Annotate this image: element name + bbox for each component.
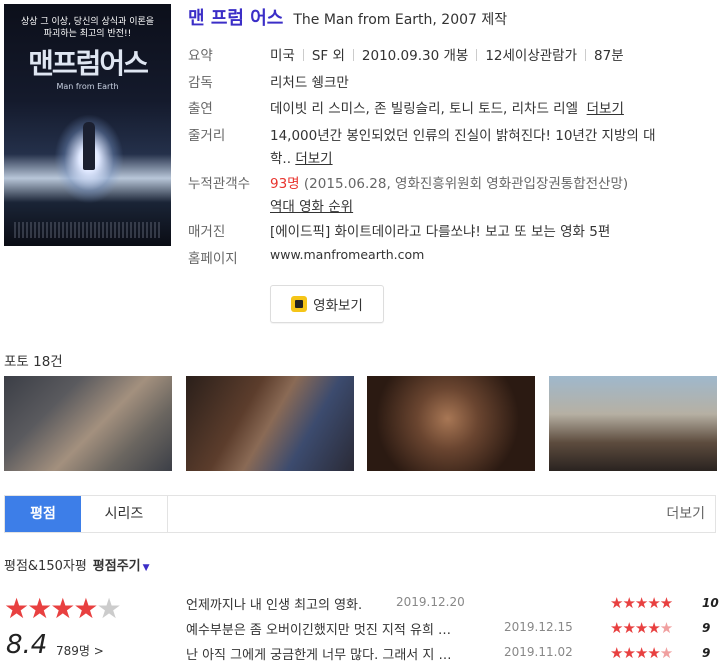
audience-label: 누적관객수: [188, 176, 251, 192]
divider: [476, 49, 478, 61]
movie-title-en: The Man from Earth: [293, 12, 433, 28]
dropdown-arrow-icon[interactable]: ▼: [143, 563, 150, 573]
average-score: 8.4: [6, 630, 48, 660]
photo-count[interactable]: 포토 18건: [4, 350, 63, 370]
director-link[interactable]: 리처드 쉥크만: [270, 71, 349, 91]
poster-subtitle: Man from Earth: [56, 82, 119, 91]
review-text: 예수부분은 좀 오버이긴했지만 멋진 지적 유희 …: [186, 623, 452, 638]
review-date: 2019.11.02: [504, 645, 573, 659]
star-icon: ★: [73, 592, 98, 625]
movie-poster[interactable]: 상상 그 이상, 당신의 상식과 이론을 파괴하는 최고의 반전!! 맨프럼어스…: [4, 4, 171, 246]
homepage-link[interactable]: www.manfromearth.com: [270, 247, 424, 262]
plot-more-link[interactable]: 더보기: [295, 151, 332, 167]
tab-rating[interactable]: 평점: [5, 496, 81, 532]
summary-rating: 12세이상관람가: [485, 48, 578, 64]
audience-rank-link[interactable]: 역대 영화 순위: [270, 195, 353, 215]
review-text: 언제까지나 내 인생 최고의 영화.: [186, 598, 363, 613]
summary-genre: SF 외: [311, 48, 345, 64]
tab-series[interactable]: 시리즈: [81, 496, 168, 532]
play-icon: [291, 296, 308, 312]
director-label: 감독: [188, 75, 213, 91]
summary-country: 미국: [270, 48, 295, 64]
cast-more-link[interactable]: 더보기: [587, 101, 624, 117]
plot-line1: 14,000년간 봉인되었던 인류의 진실이 밝혀진다! 10년간 지방의 대: [270, 128, 656, 144]
poster-figure: [83, 122, 95, 170]
star-icon: ★: [27, 592, 52, 625]
vote-count-link[interactable]: 789명 >: [56, 642, 104, 659]
review-item[interactable]: 난 아직 그에게 궁금한게 너무 많다. 그래서 지 … 2019.11.02: [186, 644, 573, 663]
cast-list[interactable]: 데이빗 리 스미스, 존 빌링슬리, 토니 토드, 리차드 리엘: [270, 101, 578, 117]
cast-label: 출연: [188, 101, 213, 117]
audience-count: 93명: [270, 176, 300, 192]
magazine-link[interactable]: [에이드픽] 화이트데이라고 다를쏘냐! 보고 또 보는 영화 5편: [270, 220, 610, 240]
average-stars: ★★★★★: [4, 592, 122, 625]
plot-line2: 학..: [270, 151, 292, 167]
plot-label: 줄거리: [188, 128, 226, 144]
review-stars: ★★★★★: [610, 619, 673, 637]
divider: [302, 49, 304, 61]
watch-movie-label: 영화보기: [313, 298, 363, 314]
rating-header-title: 평점&150자평: [4, 559, 87, 574]
tabs-more-link[interactable]: 더보기: [666, 496, 705, 532]
movie-title-row: 맨 프럼 어스 The Man from Earth, 2007 제작: [188, 4, 507, 30]
give-rating-button[interactable]: 평점주기: [93, 559, 141, 574]
photo-thumbnail[interactable]: [549, 376, 717, 471]
summary-values: 미국 SF 외 2010.09.30 개봉 12세이상관람가 87분: [270, 44, 624, 64]
review-score: 10: [702, 596, 719, 610]
rating-header: 평점&150자평 평점주기 ▼: [4, 555, 150, 574]
review-stars: ★★★★★: [610, 644, 673, 662]
photo-thumbnail[interactable]: [367, 376, 535, 471]
star-empty-icon: ★: [96, 592, 121, 625]
photo-thumbnail[interactable]: [186, 376, 354, 471]
review-score: 9: [702, 621, 711, 635]
divider: [585, 49, 587, 61]
review-item[interactable]: 언제까지나 내 인생 최고의 영화. 2019.12.20: [186, 594, 465, 613]
poster-tagline: 상상 그 이상, 당신의 상식과 이론을 파괴하는 최고의 반전!!: [20, 17, 155, 39]
review-item[interactable]: 예수부분은 좀 오버이긴했지만 멋진 지적 유희 … 2019.12.15: [186, 619, 573, 638]
summary-label: 요약: [188, 48, 213, 64]
photo-thumbnail[interactable]: [4, 376, 172, 471]
movie-year: , 2007 제작: [432, 12, 508, 28]
content-tabs: 평점 시리즈 더보기: [4, 495, 716, 533]
review-stars: ★★★★★: [610, 594, 673, 612]
movie-title-kr[interactable]: 맨 프럼 어스: [188, 8, 283, 29]
poster-credits: [14, 222, 161, 238]
divider: [352, 49, 354, 61]
summary-runtime: 87분: [594, 48, 624, 64]
poster-title: 맨프럼어스: [28, 47, 149, 80]
review-date: 2019.12.15: [504, 620, 573, 634]
audience-note: (2015.06.28, 영화진흥위원회 영화관입장권통합전산망): [303, 176, 629, 192]
review-date: 2019.12.20: [396, 595, 465, 609]
review-score: 9: [702, 646, 711, 660]
star-icon: ★: [50, 592, 75, 625]
watch-movie-button[interactable]: 영화보기: [270, 285, 384, 323]
homepage-label: 홈페이지: [188, 251, 238, 267]
summary-release: 2010.09.30 개봉: [361, 48, 469, 64]
star-icon: ★: [4, 592, 29, 625]
magazine-label: 매거진: [188, 224, 226, 240]
